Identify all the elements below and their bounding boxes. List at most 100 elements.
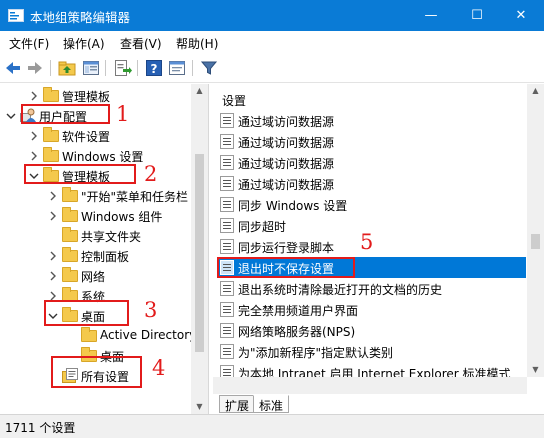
toolbar-separator bbox=[105, 60, 106, 76]
folder-icon bbox=[81, 347, 97, 363]
collapse-arrow-icon[interactable] bbox=[5, 109, 17, 123]
policy-setting-icon bbox=[220, 134, 234, 149]
policy-setting-row[interactable]: 网络策略服务器(NPS) bbox=[217, 320, 526, 341]
settings-list-pane: 设置 通过域访问数据源 通过域访问数据源 通过域访问数据源 通过域访问数据源 同步 Wi… bbox=[213, 84, 544, 414]
menu-file[interactable]: 文件(F) bbox=[9, 35, 49, 52]
tree-item-label: 共享文件夹 bbox=[81, 230, 142, 244]
folder-icon bbox=[62, 267, 78, 283]
folder-icon bbox=[62, 187, 78, 203]
policy-setting-row[interactable]: 通过域访问数据源 bbox=[217, 131, 526, 152]
policy-setting-icon bbox=[220, 260, 234, 275]
policy-setting-row[interactable]: 通过域访问数据源 bbox=[217, 173, 526, 194]
policy-setting-label: 退出系统时清除最近打开的文档的历史 bbox=[238, 283, 443, 297]
expand-arrow-icon[interactable] bbox=[47, 189, 59, 203]
policy-setting-row[interactable]: 退出时不保存设置 bbox=[217, 257, 526, 278]
forward-icon[interactable] bbox=[25, 58, 45, 78]
scroll-thumb[interactable] bbox=[195, 154, 204, 352]
folder-icon bbox=[81, 327, 97, 343]
tree-item-label: "开始"菜单和任务栏 bbox=[81, 190, 189, 204]
status-text: 1711 个设置 bbox=[5, 421, 76, 435]
policy-setting-label: 通过域访问数据源 bbox=[238, 115, 335, 129]
policy-setting-icon bbox=[220, 176, 234, 191]
export-list-icon[interactable] bbox=[112, 58, 132, 78]
show-hide-tree-icon[interactable] bbox=[81, 58, 101, 78]
folder-icon bbox=[43, 87, 59, 103]
menu-bar: 文件(F) 操作(A) 查看(V) 帮助(H) bbox=[0, 31, 544, 53]
folder-icon bbox=[43, 147, 59, 163]
scroll-up-icon[interactable]: ▲ bbox=[527, 84, 544, 98]
scroll-down-icon[interactable]: ▼ bbox=[191, 400, 208, 414]
menu-view[interactable]: 查看(V) bbox=[120, 35, 162, 52]
tree-item-label: 管理模板 bbox=[62, 170, 111, 184]
tree-item-label: Active Directory bbox=[100, 328, 197, 342]
tree-vertical-scrollbar[interactable]: ▲ ▼ bbox=[191, 84, 208, 414]
window-title: 本地组策略编辑器 bbox=[30, 10, 131, 25]
policy-setting-label: 通过域访问数据源 bbox=[238, 157, 335, 171]
back-icon[interactable] bbox=[3, 58, 23, 78]
policy-setting-row[interactable]: 退出系统时清除最近打开的文档的历史 bbox=[217, 278, 526, 299]
tree-item-label: Windows 设置 bbox=[62, 150, 144, 164]
expand-arrow-icon[interactable] bbox=[47, 209, 59, 223]
policy-setting-label: 为"添加新程序"指定默认类别 bbox=[238, 346, 394, 360]
policy-setting-label: 同步 Windows 设置 bbox=[238, 199, 348, 213]
tree-item-label: 系统 bbox=[81, 290, 106, 304]
menu-action[interactable]: 操作(A) bbox=[63, 35, 105, 52]
tab-standard[interactable]: 标准 bbox=[253, 395, 290, 413]
policy-setting-label: 退出时不保存设置 bbox=[238, 262, 335, 276]
policy-setting-row[interactable]: 完全禁用频道用户界面 bbox=[217, 299, 526, 320]
policy-setting-row[interactable]: 同步 Windows 设置 bbox=[217, 194, 526, 215]
svg-text:?: ? bbox=[151, 62, 158, 76]
help-icon[interactable]: ? bbox=[144, 58, 164, 78]
policy-setting-icon bbox=[220, 197, 234, 212]
folder-icon bbox=[43, 127, 59, 143]
expand-arrow-icon[interactable] bbox=[47, 269, 59, 283]
annotation-number-2: 2 bbox=[144, 162, 158, 186]
policy-setting-label: 网络策略服务器(NPS) bbox=[238, 325, 356, 339]
annotation-number-5: 5 bbox=[360, 230, 374, 254]
toolbar-separator bbox=[50, 60, 51, 76]
user-config-icon bbox=[20, 108, 36, 123]
tree-item-label: 软件设置 bbox=[62, 130, 111, 144]
scroll-up-icon[interactable]: ▲ bbox=[191, 84, 208, 98]
scroll-down-icon[interactable]: ▼ bbox=[527, 363, 544, 377]
maximize-button[interactable]: ☐ bbox=[454, 0, 500, 31]
tree-item-label: 用户配置 bbox=[39, 110, 88, 124]
tab-extended[interactable]: 扩展 bbox=[219, 395, 255, 413]
policy-setting-label: 通过域访问数据源 bbox=[238, 136, 335, 150]
tree-item-label: 桌面 bbox=[100, 350, 125, 364]
list-horizontal-scrollbar[interactable] bbox=[213, 377, 527, 394]
expand-arrow-icon[interactable] bbox=[47, 249, 59, 263]
policy-setting-row[interactable]: 通过域访问数据源 bbox=[217, 152, 526, 173]
folder-icon bbox=[62, 227, 78, 243]
annotation-number-3: 3 bbox=[144, 298, 158, 322]
properties-view-icon[interactable] bbox=[167, 58, 187, 78]
expand-arrow-icon[interactable] bbox=[28, 129, 40, 143]
expand-arrow-icon[interactable] bbox=[47, 289, 59, 303]
policy-setting-row[interactable]: 为"添加新程序"指定默认类别 bbox=[217, 341, 526, 362]
policy-setting-icon bbox=[220, 323, 234, 338]
scroll-thumb[interactable] bbox=[531, 234, 540, 249]
tree-item-label: 桌面 bbox=[81, 310, 106, 324]
group-policy-app-icon bbox=[8, 9, 24, 22]
settings-column-header[interactable]: 设置 bbox=[222, 92, 246, 109]
toolbar-separator bbox=[137, 60, 138, 76]
policy-setting-icon bbox=[220, 239, 234, 254]
close-button[interactable]: ✕ bbox=[498, 0, 544, 31]
policy-setting-icon bbox=[220, 218, 234, 233]
collapse-arrow-icon[interactable] bbox=[28, 169, 40, 183]
policy-setting-label: 完全禁用频道用户界面 bbox=[238, 304, 359, 318]
folder-icon bbox=[43, 167, 59, 183]
policy-setting-row[interactable]: 通过域访问数据源 bbox=[217, 110, 526, 131]
policy-setting-label: 同步运行登录脚本 bbox=[238, 241, 335, 255]
up-folder-icon[interactable] bbox=[57, 58, 77, 78]
minimize-button[interactable]: — bbox=[408, 0, 454, 31]
policy-setting-icon bbox=[220, 113, 234, 128]
expand-arrow-icon[interactable] bbox=[28, 89, 40, 103]
all-settings-icon bbox=[62, 368, 78, 383]
expand-arrow-icon[interactable] bbox=[28, 149, 40, 163]
tree-pane: 管理模板 用户配置 软件设置 Windows 设置 管理模板 "开始"菜单和任务… bbox=[0, 84, 209, 414]
collapse-arrow-icon[interactable] bbox=[47, 309, 59, 323]
menu-help[interactable]: 帮助(H) bbox=[176, 35, 218, 52]
filter-icon[interactable] bbox=[199, 58, 219, 78]
list-vertical-scrollbar[interactable]: ▲ ▼ bbox=[527, 84, 544, 377]
